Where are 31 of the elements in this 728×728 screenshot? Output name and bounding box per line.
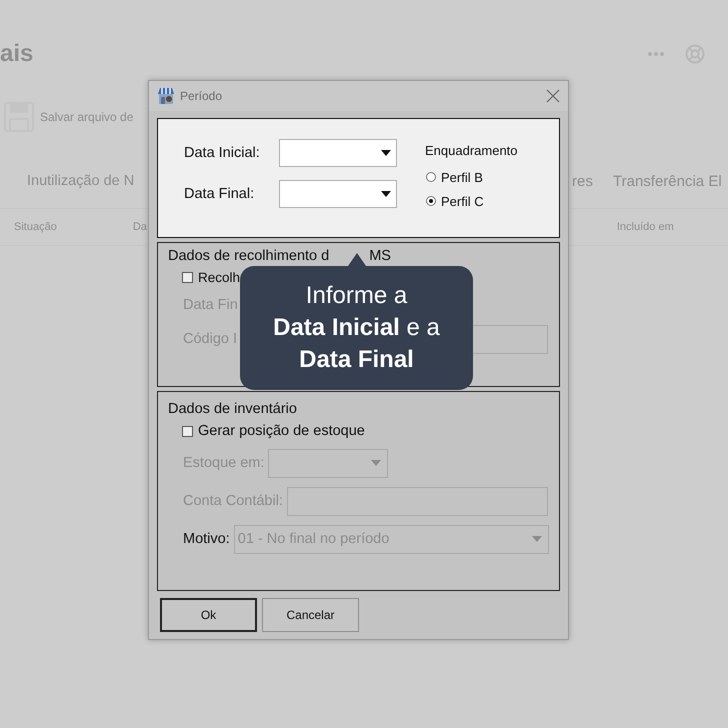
group-title: Dados de recolhimento d [168, 248, 330, 264]
radio-option[interactable]: Perfil C [425, 189, 518, 213]
dropdown-arrow-icon [532, 536, 542, 542]
ok-button[interactable]: Ok [160, 598, 257, 632]
checkbox-option[interactable]: Gerar posição de estoque [182, 423, 365, 439]
text-field[interactable] [286, 486, 548, 516]
close-icon [546, 89, 560, 103]
column-header: Incluído em [616, 221, 674, 233]
page-title: ais [0, 40, 34, 68]
field-label: Motivo: [183, 531, 230, 547]
group-label: Enquadramento [425, 143, 518, 158]
group-title: Dados de inventário [168, 401, 297, 417]
more-icon[interactable] [647, 51, 665, 57]
close-button[interactable] [546, 89, 560, 103]
field-label: Data Final: [184, 186, 256, 202]
date-dropdown[interactable] [279, 180, 397, 208]
group-title: MS [369, 248, 391, 264]
date-dropdown[interactable] [279, 139, 397, 167]
store-icon [157, 87, 175, 105]
dropdown[interactable] [268, 448, 388, 478]
radio-option[interactable]: Perfil B [425, 165, 518, 189]
cancel-button[interactable]: Cancelar [262, 598, 359, 632]
dropdown-arrow-icon [371, 460, 382, 466]
dropdown-arrow-icon [381, 191, 391, 197]
checkbox-option[interactable]: Recolh [182, 270, 240, 285]
column-header: Situação [14, 221, 57, 233]
tooltip-text: Informe a Data Inicial e a Data Final [273, 281, 440, 375]
dropdown-arrow-icon [381, 150, 391, 156]
dialog-title: Período [180, 89, 224, 103]
field-label: Data Inicial: [184, 145, 261, 161]
column-header: Da [132, 221, 147, 233]
